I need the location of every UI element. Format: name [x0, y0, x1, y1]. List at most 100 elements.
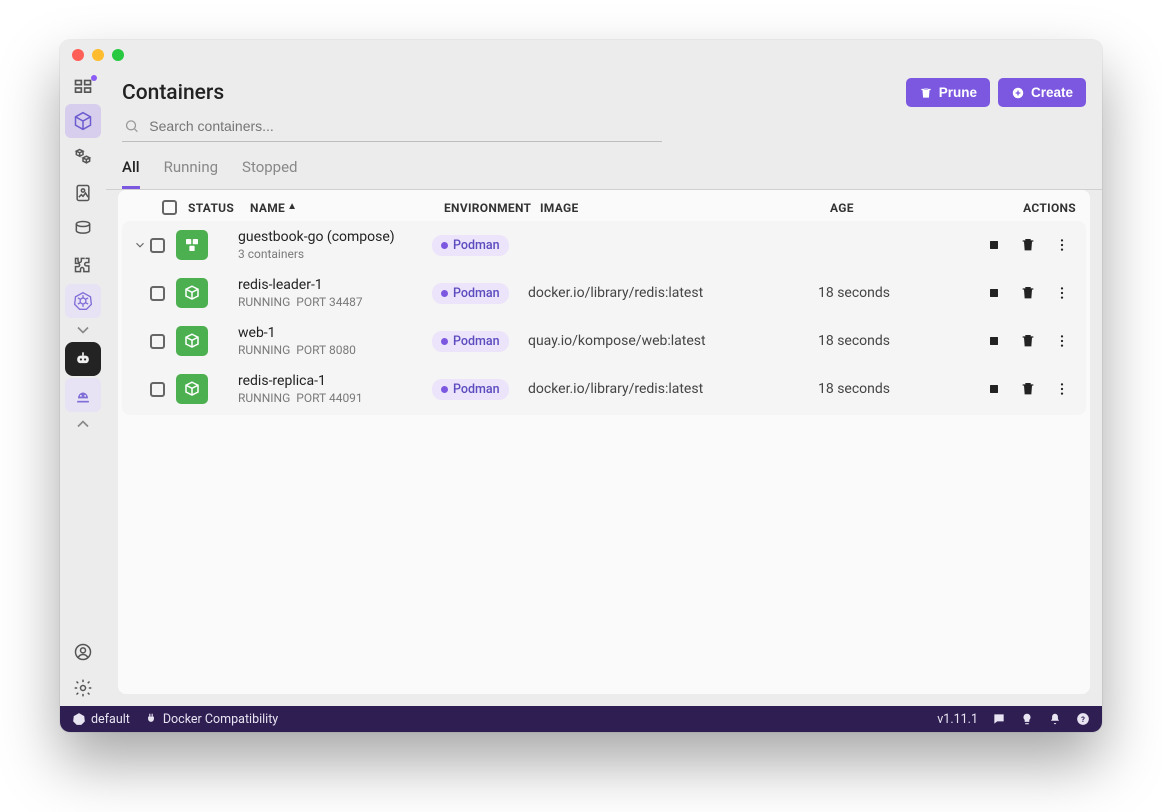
sidebar-item-kubernetes[interactable]: [65, 284, 101, 318]
table-row[interactable]: redis-replica-1 RUNNING PORT 44091 Podman…: [122, 365, 1086, 413]
create-button[interactable]: Create: [998, 78, 1086, 107]
stop-button[interactable]: [986, 333, 1002, 349]
row-port[interactable]: PORT 8080: [296, 343, 356, 357]
containers-table: STATUS NAME▲ ENVIRONMENT IMAGE AGE ACTIO…: [118, 190, 1090, 694]
column-header-environment[interactable]: ENVIRONMENT: [444, 201, 540, 215]
sort-asc-icon: ▲: [287, 201, 297, 212]
stop-button[interactable]: [986, 237, 1002, 253]
expand-toggle[interactable]: [130, 238, 150, 252]
table-row[interactable]: redis-leader-1 RUNNINGPORT 34487 Podman …: [122, 269, 1086, 317]
status-bar: default Docker Compatibility v1.11.1 ?: [60, 706, 1102, 732]
database-icon: [73, 219, 93, 239]
tab-stopped[interactable]: Stopped: [242, 158, 297, 189]
column-header-actions: ACTIONS: [950, 201, 1076, 215]
environment-badge: Podman: [432, 331, 509, 352]
docker-compat[interactable]: Docker Compatibility: [144, 712, 278, 727]
column-header-image[interactable]: IMAGE: [540, 201, 830, 215]
sidebar-item-ai[interactable]: [65, 342, 101, 376]
row-image: quay.io/kompose/web:latest: [528, 333, 818, 349]
tab-all[interactable]: All: [122, 158, 140, 189]
sidebar-item-podman[interactable]: [65, 378, 101, 412]
row-age: 18 seconds: [818, 285, 938, 301]
delete-button[interactable]: [1020, 285, 1036, 301]
stop-button[interactable]: [986, 285, 1002, 301]
kube-context[interactable]: default: [72, 712, 130, 727]
row-name: redis-leader-1: [238, 277, 432, 293]
user-circle-icon: [73, 642, 93, 662]
table-row[interactable]: guestbook-go (compose) 3 containers Podm…: [122, 221, 1086, 269]
more-menu-button[interactable]: [1054, 333, 1070, 349]
status-running-icon: [176, 374, 208, 404]
trash-icon: [919, 86, 933, 100]
more-menu-button[interactable]: [1054, 285, 1070, 301]
row-name: redis-replica-1: [238, 373, 432, 389]
row-checkbox[interactable]: [150, 238, 165, 253]
row-checkbox[interactable]: [150, 382, 165, 397]
status-running-icon: [176, 230, 208, 260]
row-age: 18 seconds: [818, 333, 938, 349]
kubernetes-icon: [72, 712, 86, 726]
search-field[interactable]: [122, 111, 662, 142]
row-state: RUNNING: [238, 295, 290, 309]
maximize-window-button[interactable]: [112, 49, 124, 61]
notifications-button[interactable]: [1048, 712, 1062, 726]
search-input[interactable]: [147, 117, 660, 135]
tab-running[interactable]: Running: [164, 158, 218, 189]
row-port[interactable]: PORT 44091: [296, 391, 362, 405]
chevron-down-icon: [133, 238, 147, 252]
row-image: docker.io/library/redis:latest: [528, 381, 818, 397]
cube-icon: [73, 111, 93, 131]
row-name: guestbook-go (compose): [238, 229, 432, 245]
sidebar-item-containers[interactable]: [65, 104, 101, 138]
feedback-button[interactable]: [992, 712, 1006, 726]
sidebar-item-extensions[interactable]: [65, 248, 101, 282]
sidebar-item-account[interactable]: [65, 635, 101, 669]
seal-icon: [73, 385, 93, 405]
column-header-name[interactable]: NAME▲: [250, 201, 444, 215]
plug-icon: [144, 712, 158, 726]
row-state: RUNNING: [238, 391, 290, 405]
svg-text:?: ?: [1081, 715, 1085, 724]
row-state: RUNNING: [238, 343, 290, 357]
row-checkbox[interactable]: [150, 286, 165, 301]
sidebar-collapse-lower[interactable]: [65, 413, 101, 435]
create-button-label: Create: [1031, 85, 1073, 100]
kubernetes-icon: [73, 291, 93, 311]
tips-button[interactable]: [1020, 712, 1034, 726]
column-header-status[interactable]: STATUS: [188, 201, 250, 215]
version-label[interactable]: v1.11.1: [937, 712, 978, 727]
row-name: web-1: [238, 325, 432, 341]
puzzle-icon: [73, 255, 93, 275]
main-content: Containers Prune Create All Running: [106, 70, 1102, 706]
row-checkbox[interactable]: [150, 334, 165, 349]
delete-button[interactable]: [1020, 237, 1036, 253]
help-button[interactable]: ?: [1076, 712, 1090, 726]
filter-tabs: All Running Stopped: [106, 142, 1102, 190]
prune-button[interactable]: Prune: [906, 78, 990, 107]
prune-button-label: Prune: [939, 85, 977, 100]
environment-badge: Podman: [432, 379, 509, 400]
chat-icon: [992, 712, 1006, 726]
more-menu-button[interactable]: [1054, 381, 1070, 397]
sidebar-collapse-upper[interactable]: [65, 319, 101, 341]
table-row[interactable]: web-1 RUNNING PORT 8080 Podman quay.io/ko…: [122, 317, 1086, 365]
delete-button[interactable]: [1020, 333, 1036, 349]
sidebar-item-settings[interactable]: [65, 671, 101, 705]
sidebar-item-pods[interactable]: [65, 140, 101, 174]
column-header-age[interactable]: AGE: [830, 201, 950, 215]
sidebar-item-images[interactable]: [65, 176, 101, 210]
lightbulb-icon: [1020, 712, 1034, 726]
cube-icon: [183, 380, 201, 398]
sidebar: [60, 70, 106, 706]
row-port[interactable]: PORT 34487: [296, 295, 362, 309]
delete-button[interactable]: [1020, 381, 1036, 397]
more-menu-button[interactable]: [1054, 237, 1070, 253]
close-window-button[interactable]: [72, 49, 84, 61]
stop-button[interactable]: [986, 381, 1002, 397]
cubes-icon: [73, 147, 93, 167]
sidebar-item-volumes[interactable]: [65, 212, 101, 246]
row-age: 18 seconds: [818, 381, 938, 397]
row-image: docker.io/library/redis:latest: [528, 285, 818, 301]
select-all-checkbox[interactable]: [162, 200, 177, 215]
minimize-window-button[interactable]: [92, 49, 104, 61]
